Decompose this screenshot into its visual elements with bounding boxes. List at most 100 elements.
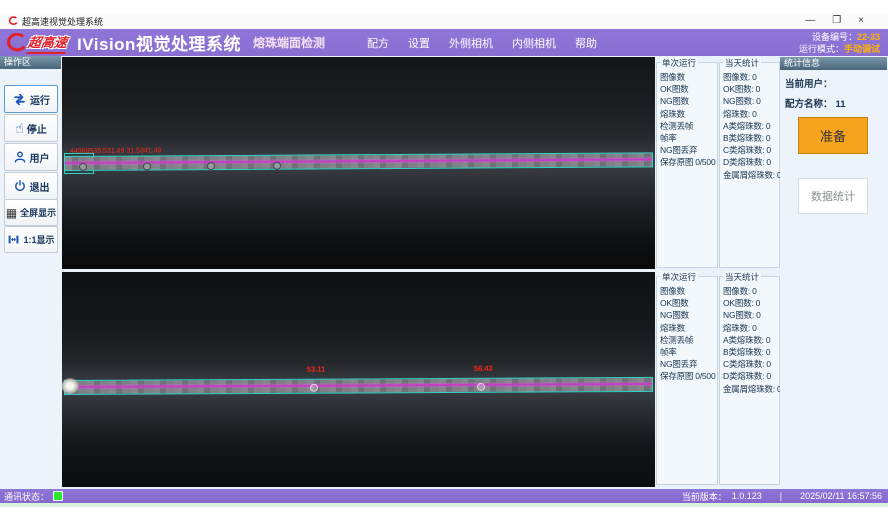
status-bar-right: 当前版本： 1.0.123 | 2025/02/11 16:57:56 xyxy=(682,490,882,503)
stat-label: 保存原图 xyxy=(660,156,693,168)
window-title: 超高速视觉处理系统 xyxy=(22,15,103,28)
menu-item[interactable]: 帮助 xyxy=(575,35,597,51)
fullscreen-icon: ▦ xyxy=(6,207,17,219)
menu-item[interactable]: 设置 xyxy=(408,35,430,51)
strip-end-highlight xyxy=(62,378,79,394)
data-statistics-button[interactable]: 数据统计 xyxy=(798,178,868,214)
run-button[interactable]: 运行 xyxy=(4,85,58,113)
run-icon xyxy=(12,92,27,107)
stat-label: 熔珠数 xyxy=(660,108,685,120)
stat-row: 保存原图 0/500 xyxy=(660,156,716,168)
stat-row: 熔珠数: 0 xyxy=(723,108,778,120)
stat-label: 检测丢帧 xyxy=(660,120,693,132)
stat-value: 0 xyxy=(766,334,771,346)
groupbox-title: 单次运行 xyxy=(660,271,698,283)
stat-row: NG图数 xyxy=(660,95,716,107)
inner-strip-overlay: 53.11 56.43 xyxy=(64,372,653,399)
stat-label: 熔珠数: xyxy=(723,108,750,120)
stat-row: OK图数: 0 xyxy=(723,297,778,309)
inner-today-stats: 当天统计 图像数: 0 OK图数: 0 NG图数: 0 熔 xyxy=(719,276,780,485)
one-to-one-icon xyxy=(7,233,20,246)
recipe-value: 11 xyxy=(836,99,846,110)
stat-row: 保存原图 0/500 xyxy=(660,370,716,382)
measurement-annotation: 44988539.531.49 31.5341.49 xyxy=(70,147,162,155)
stat-label: C类熔珠数: xyxy=(723,358,764,370)
bottom-accent-strip xyxy=(0,503,888,507)
run-mode-row: 运行模式：手动调试 xyxy=(799,43,880,55)
stat-label: NG图丢弃 xyxy=(660,358,697,370)
stat-row: 图像数: 0 xyxy=(723,71,778,83)
stat-label: 帧率 xyxy=(660,132,677,144)
stat-label: 熔珠数 xyxy=(660,322,685,334)
app-header: 超高速 IVision视觉处理系统 熔珠端面检测 配方 设置 外侧相机 内侧相机… xyxy=(0,29,888,56)
current-user-row: 当前用户： xyxy=(785,76,887,90)
stat-row: NG图数: 0 xyxy=(723,95,778,107)
stat-label: OK图数 xyxy=(660,83,688,95)
window-controls: — ❐ × xyxy=(805,14,864,28)
statistics-info-panel: 统计信息 当前用户： 配方名称：11 准备 数据统计 xyxy=(780,57,887,487)
stat-row: 熔珠数 xyxy=(660,108,716,120)
outer-camera-view: 44988539.531.49 31.5341.49 xyxy=(62,57,655,269)
stat-value: 0 xyxy=(766,346,771,358)
stat-label: NG图丢弃 xyxy=(660,144,697,156)
stat-row: 金属屑熔珠数: 0 xyxy=(723,383,778,395)
stat-label: 金属屑熔珠数: xyxy=(723,383,775,395)
brand-logo-text: 超高速 xyxy=(26,32,68,54)
stat-value: 0 xyxy=(756,95,761,107)
stat-value: 0 xyxy=(756,297,761,309)
user-icon xyxy=(13,150,27,164)
stat-label: OK图数: xyxy=(723,297,754,309)
stat-label: A类熔珠数: xyxy=(723,120,764,132)
prepare-button[interactable]: 准备 xyxy=(798,117,868,154)
menu-item[interactable]: 配方 xyxy=(367,35,389,51)
stat-label: C类熔珠数: xyxy=(723,144,764,156)
stat-label: NG图数 xyxy=(660,309,689,321)
edge-line-overlay xyxy=(65,158,652,164)
stat-label: 图像数 xyxy=(660,285,685,297)
stat-label: OK图数: xyxy=(723,83,754,95)
stat-row: 金属屑熔珠数: 0 xyxy=(723,169,778,181)
app-title: IVision视觉处理系统 xyxy=(77,30,241,55)
stat-row: NG图丢弃 xyxy=(660,358,716,370)
run-mode-value: 手动调试 xyxy=(844,44,880,54)
close-button[interactable]: × xyxy=(858,14,864,28)
stop-button[interactable]: ☝ 停止 xyxy=(4,114,58,142)
version-label: 当前版本： xyxy=(682,490,727,503)
outer-single-run-stats: 单次运行 图像数 OK图数 NG图数 熔珠数 xyxy=(656,62,718,268)
stat-row: NG图数: 0 xyxy=(723,309,778,321)
stat-label: A类熔珠数: xyxy=(723,334,764,346)
stat-row: OK图数: 0 xyxy=(723,83,778,95)
stat-label: NG图数: xyxy=(723,309,754,321)
restore-button[interactable]: ❐ xyxy=(832,14,841,28)
stat-label: NG图数 xyxy=(660,95,689,107)
stat-label: D类熔珠数: xyxy=(723,156,764,168)
stat-row: D类熔珠数: 0 xyxy=(723,370,778,382)
stat-label: D类熔珠数: xyxy=(723,370,764,382)
stat-value: 0 xyxy=(752,322,757,334)
device-number-value: 22-33 xyxy=(857,32,880,42)
stat-label: 图像数: xyxy=(723,285,750,297)
fullscreen-button[interactable]: ▦ 全屏显示 xyxy=(4,199,58,226)
stat-row: OK图数 xyxy=(660,297,716,309)
one-to-one-button[interactable]: 1:1显示 xyxy=(4,226,58,253)
menu-item[interactable]: 外侧相机 xyxy=(449,35,493,51)
stat-label: 保存原图 xyxy=(660,370,693,382)
stat-label: 金属屑熔珠数: xyxy=(723,169,775,181)
menu-item[interactable]: 内侧相机 xyxy=(512,35,556,51)
defect-marker xyxy=(477,383,485,391)
stat-row: 帧率 xyxy=(660,132,716,144)
stop-hand-icon: ☝ xyxy=(15,121,24,135)
defect-marker xyxy=(207,162,215,170)
stat-label: 帧率 xyxy=(660,346,677,358)
stat-row: 熔珠数 xyxy=(660,322,716,334)
stat-value: 0 xyxy=(766,156,771,168)
os-titlebar: 超高速视觉处理系统 — ❐ × xyxy=(0,13,888,30)
measurement-annotation: 53.11 xyxy=(307,365,325,374)
inner-single-run-stats: 单次运行 图像数 OK图数 NG图数 熔珠数 xyxy=(656,276,718,485)
user-button[interactable]: 用户 xyxy=(4,143,58,171)
exit-button[interactable]: 退出 xyxy=(4,172,58,200)
minimize-button[interactable]: — xyxy=(805,14,815,28)
operation-sidebar: 操作区 运行 ☝ 停止 用户 退出 ▦ 全屏显示 1:1显示 xyxy=(0,56,61,489)
stat-row: C类熔珠数: 0 xyxy=(723,144,778,156)
stat-label: OK图数 xyxy=(660,297,688,309)
